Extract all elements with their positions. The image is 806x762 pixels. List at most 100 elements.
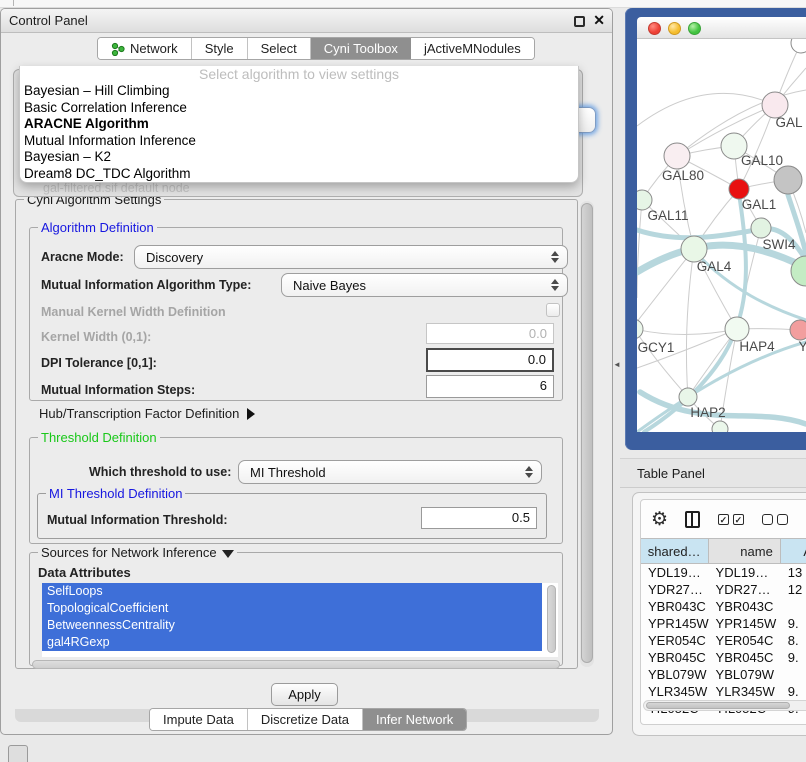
table-hscrollbar[interactable]	[643, 700, 806, 711]
table-cell: YLR345W	[709, 683, 781, 700]
table-panel-inner: ⚙ ✓✓ shared…nameA YDL19…YDL19…13YDR27…YD…	[640, 499, 806, 725]
network-canvas[interactable]: GALGAL80GAL10GAL1GAL11GAL4SWI4HAP4YGCY1H…	[637, 39, 806, 432]
table-cell: YDL19…	[641, 564, 709, 581]
table-cell: 8.	[781, 632, 806, 649]
table-row[interactable]: YBR045CYBR045C9.	[641, 649, 806, 666]
control-panel-window: Control Panel ✕ Network Style SelectCyni T…	[0, 8, 613, 735]
tab-label: Impute Data	[163, 712, 234, 727]
table-row[interactable]: YBR043CYBR043C	[641, 598, 806, 615]
network-node-label: GAL11	[647, 208, 688, 223]
tab-label: Infer Network	[376, 712, 453, 727]
tab-style[interactable]: Style	[192, 38, 248, 59]
table-cell: YBR043C	[641, 598, 709, 615]
table-row[interactable]: YDR27…YDR27…12	[641, 581, 806, 598]
tab-discretize-data[interactable]: Discretize Data	[248, 709, 363, 730]
list-vscrollbar[interactable]	[547, 585, 556, 653]
algorithm-dropdown-list: Bayesian – Hill ClimbingBasic Correlatio…	[20, 83, 578, 182]
unchecked-pair-icon[interactable]	[762, 514, 788, 525]
network-node-y[interactable]	[790, 320, 806, 340]
network-node-label: GAL10	[741, 153, 783, 168]
network-node-gal80[interactable]	[664, 143, 690, 169]
columns-icon[interactable]	[685, 511, 700, 528]
aracne-mode-combo[interactable]: Discovery	[134, 245, 568, 269]
table-cell: YER054C	[641, 632, 709, 649]
tab-label: Discretize Data	[261, 712, 349, 727]
algorithm-option[interactable]: Dream8 DC_TDC Algorithm	[20, 166, 578, 183]
gear-icon[interactable]: ⚙	[651, 508, 668, 531]
mac-zoom-icon[interactable]	[688, 22, 701, 35]
table-row[interactable]: YER054CYER054C8.	[641, 632, 806, 649]
tab-select[interactable]: Select	[248, 38, 311, 59]
checked-pair-icon[interactable]: ✓✓	[718, 514, 744, 525]
list-hscrollbar[interactable]	[32, 660, 560, 669]
kernel-width-field[interactable]: 0.0	[426, 323, 554, 344]
data-attributes-list[interactable]: SelfLoopsTopologicalCoefficientBetweenne…	[42, 583, 558, 657]
attribute-item-selected[interactable]: BetweennessCentrality	[42, 617, 542, 634]
algorithm-option[interactable]: Bayesian – K2	[20, 149, 578, 166]
apply-button[interactable]: Apply	[271, 683, 338, 706]
network-node[interactable]	[791, 39, 806, 53]
network-node-gcy1[interactable]	[637, 319, 643, 339]
tab-label: Style	[205, 41, 234, 56]
table-hscrollbar-thumb[interactable]	[646, 702, 790, 709]
tab-jactivemnodules[interactable]: jActiveMNodules	[411, 38, 534, 59]
tab-infer-network[interactable]: Infer Network	[363, 709, 466, 730]
network-node[interactable]	[774, 166, 802, 194]
table-cell: 13	[781, 564, 806, 581]
table-row[interactable]: YBL079WYBL079W	[641, 666, 806, 683]
hub-definition-toggle[interactable]: Hub/Transcription Factor Definition	[39, 406, 255, 421]
which-threshold-combo[interactable]: MI Threshold	[238, 460, 542, 484]
tab-impute-data[interactable]: Impute Data	[150, 709, 248, 730]
network-node-hap2[interactable]	[679, 388, 697, 406]
attribute-item-selected[interactable]: gal4RGexp	[42, 634, 542, 651]
table-cell: YLR345W	[641, 683, 709, 700]
network-icon	[111, 42, 125, 56]
control-panel-titlebar: Control Panel ✕	[1, 9, 612, 33]
which-threshold-label: Which threshold to use:	[89, 465, 231, 479]
top-strip	[0, 0, 806, 8]
table-cell: YER054C	[709, 632, 781, 649]
table-panel-title: Table Panel	[637, 466, 705, 481]
network-node-hap4[interactable]	[725, 317, 749, 341]
network-node-label: HAP4	[739, 339, 775, 354]
table-panel-header: Table Panel	[620, 458, 806, 488]
table-cell: YBL079W	[709, 666, 781, 683]
mi-threshold-field[interactable]: 0.5	[421, 507, 537, 529]
chevron-down-icon[interactable]	[222, 550, 234, 558]
float-window-icon[interactable]	[574, 16, 585, 27]
network-titlebar[interactable]	[637, 17, 806, 39]
algorithm-dropdown: Select algorithm to view settings Bayesi…	[19, 66, 579, 183]
attribute-item-selected[interactable]: SelfLoops	[42, 583, 542, 600]
mac-minimize-icon[interactable]	[668, 22, 681, 35]
attribute-item-selected[interactable]: TopologicalCoefficient	[42, 600, 542, 617]
network-node-gal11[interactable]	[637, 190, 652, 210]
mi-steps-field[interactable]: 6	[426, 375, 554, 398]
algorithm-option[interactable]: Mutual Information Inference	[20, 133, 578, 150]
settings-scrollbar[interactable]	[580, 201, 594, 667]
column-header-shared[interactable]: shared…	[641, 539, 709, 563]
network-node[interactable]	[712, 421, 728, 432]
algorithm-option[interactable]: ARACNE Algorithm	[20, 116, 578, 133]
algorithm-option[interactable]: Basic Correlation Inference	[20, 100, 578, 117]
table-row[interactable]: YDL19…YDL19…13	[641, 564, 806, 581]
manual-kernel-checkbox[interactable]	[546, 303, 560, 317]
minimized-panel-icon[interactable]	[8, 745, 28, 762]
table-row[interactable]: YLR345WYLR345W9.	[641, 683, 806, 700]
tab-cyni-toolbox[interactable]: Cyni Toolbox	[311, 38, 411, 59]
mi-type-combo[interactable]: Naive Bayes	[281, 273, 568, 297]
settings-scrollbar-thumb[interactable]	[581, 203, 593, 663]
network-node-gal1[interactable]	[729, 179, 749, 199]
dpi-tolerance-field[interactable]: 0.0	[426, 348, 554, 372]
network-node-swi4[interactable]	[751, 218, 771, 238]
table-cell: 9.	[781, 615, 806, 632]
mac-close-icon[interactable]	[648, 22, 661, 35]
tab-network[interactable]: Network	[98, 38, 192, 59]
table-row[interactable]: YPR145WYPR145W9.	[641, 615, 806, 632]
mi-threshold-label: Mutual Information Threshold:	[47, 513, 228, 527]
column-header-a[interactable]: A	[781, 539, 806, 563]
close-icon[interactable]: ✕	[593, 12, 605, 29]
column-header-name[interactable]: name	[709, 539, 781, 563]
table-toolbar: ⚙ ✓✓	[641, 500, 806, 538]
mi-threshold-group-title: MI Threshold Definition	[46, 486, 185, 501]
algorithm-option[interactable]: Bayesian – Hill Climbing	[20, 83, 578, 100]
